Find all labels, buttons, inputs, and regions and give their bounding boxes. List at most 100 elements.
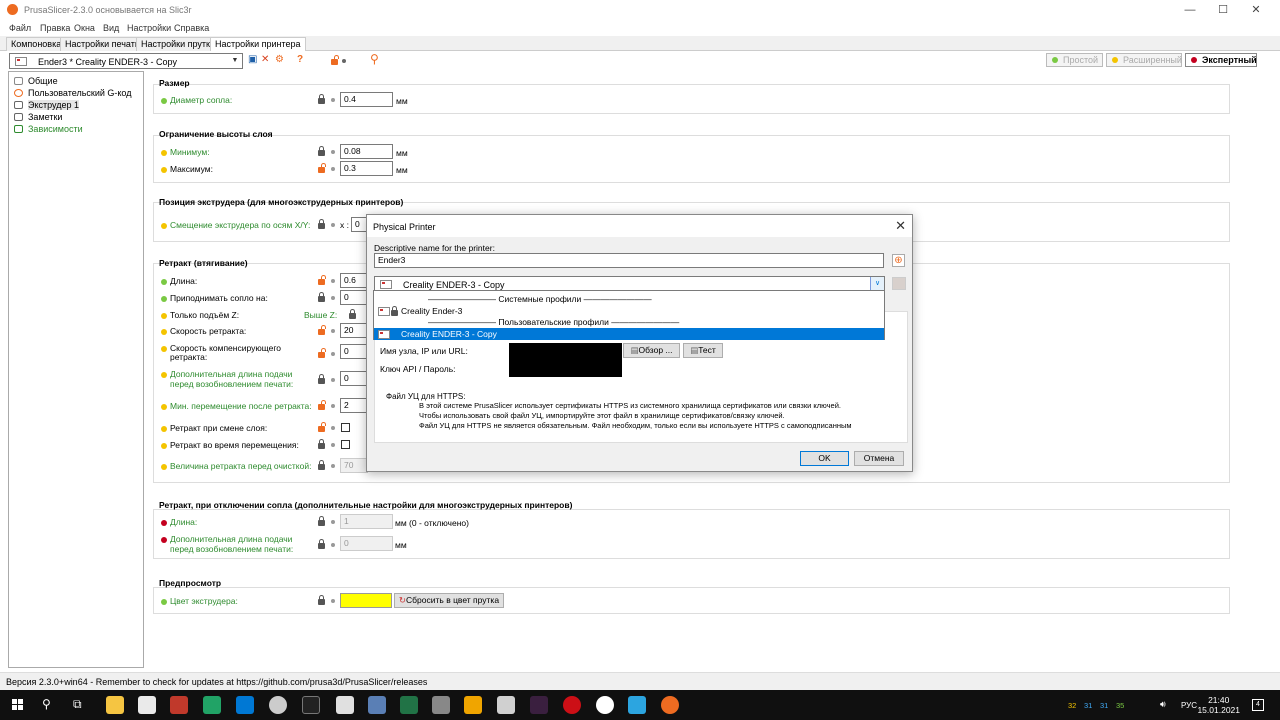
dialog-close-button[interactable]: ✕ — [895, 218, 906, 234]
retract-length-input[interactable]: 0.6 — [340, 273, 368, 288]
tab-print-settings[interactable]: Настройки печати — [60, 37, 145, 51]
pycharm-icon[interactable] — [203, 696, 221, 714]
toolchange-length-input[interactable]: 1 — [340, 514, 393, 529]
unlock-icon[interactable] — [318, 348, 326, 358]
simple-mode-dot-icon — [161, 295, 167, 302]
tab-printer-settings[interactable]: Настройки принтера — [210, 37, 306, 52]
menu-windows[interactable]: Окна — [74, 23, 95, 33]
sidebar-item-general[interactable]: Общие — [13, 75, 58, 87]
help-icon[interactable]: ? — [297, 54, 303, 65]
min-layer-height-unit: мм — [396, 148, 408, 158]
store-icon[interactable] — [138, 696, 156, 714]
file-explorer-icon[interactable] — [106, 696, 124, 714]
retract-speed-input[interactable]: 20 — [340, 323, 368, 338]
app-icon-light[interactable] — [336, 696, 354, 714]
lock-icon[interactable] — [318, 292, 325, 302]
extruder-color-swatch[interactable] — [340, 593, 392, 608]
test-button[interactable]: ▤Тест — [683, 343, 723, 358]
printer-preset-combo[interactable]: Ender3 * Creality ENDER-3 - Copy ▼ — [9, 53, 243, 69]
save-preset-icon[interactable]: ▣ — [248, 54, 257, 65]
delete-preset-button[interactable] — [892, 277, 906, 290]
task-view-icon[interactable]: ⧉ — [73, 697, 82, 712]
deretract-speed-input[interactable]: 0 — [340, 344, 368, 359]
prusaslicer-taskbar-icon[interactable] — [661, 696, 679, 714]
sidebar-item-notes[interactable]: Заметки — [13, 111, 62, 123]
reset-to-filament-color-button[interactable]: ↻Сбросить в цвет прутка — [394, 593, 504, 608]
lock-icon[interactable] — [318, 146, 325, 156]
cancel-button[interactable]: Отмена — [854, 451, 904, 466]
unlock-icon[interactable] — [318, 325, 326, 335]
lock-icon[interactable] — [318, 219, 325, 229]
taskbar-clock[interactable]: 21:40 15.01.2021 — [1197, 695, 1240, 715]
min-layer-height-input[interactable]: 0.08 — [340, 144, 393, 159]
app-icon-gray[interactable] — [269, 696, 287, 714]
sidebar-item-extruder-1[interactable]: Экструдер 1 — [13, 99, 80, 111]
calculator-icon[interactable] — [368, 696, 386, 714]
max-layer-height-input[interactable]: 0.3 — [340, 161, 393, 176]
app-icon-gray-2[interactable] — [432, 696, 450, 714]
menu-view[interactable]: Вид — [103, 23, 119, 33]
unlock-icon[interactable] — [318, 400, 326, 410]
app-icon-docs[interactable] — [497, 696, 515, 714]
dropdown-item-creality-ender-3-copy[interactable]: Creality ENDER-3 - Copy — [374, 328, 884, 340]
search-icon[interactable]: ⚲ — [370, 52, 379, 66]
lock-icon[interactable] — [318, 539, 325, 549]
input-language[interactable]: РУС — [1181, 701, 1197, 710]
unlock-icon[interactable] — [318, 275, 326, 285]
app-icon-yellow[interactable] — [464, 696, 482, 714]
notifications-icon[interactable]: 4 — [1252, 699, 1264, 711]
offset-x-input[interactable]: 0 — [351, 217, 367, 232]
menu-help[interactable]: Справка — [174, 23, 209, 33]
telegram-icon[interactable] — [628, 696, 646, 714]
mode-simple-button[interactable]: Простой — [1046, 53, 1103, 67]
unlock-icon[interactable] — [331, 55, 339, 65]
lock-icon[interactable] — [318, 94, 325, 104]
lock-icon[interactable] — [318, 516, 325, 526]
browse-button[interactable]: ▤Обзор ... — [623, 343, 680, 358]
undo-arrow-icon: ↻ — [398, 595, 407, 605]
wipe-checkbox[interactable] — [341, 440, 350, 449]
close-button[interactable]: ✕ — [1236, 2, 1276, 18]
mode-expert-button[interactable]: Экспертный — [1185, 53, 1257, 67]
yandex-browser-icon[interactable] — [596, 696, 614, 714]
tab-filament-settings[interactable]: Настройки прутка — [136, 37, 221, 51]
vscode-icon[interactable] — [236, 696, 254, 714]
unlock-icon[interactable] — [318, 422, 326, 432]
sidebar-item-custom-gcode[interactable]: Пользовательский G-код — [13, 87, 132, 99]
add-preset-button[interactable]: ⊕ — [892, 254, 905, 267]
mode-advanced-button[interactable]: Расширенный — [1106, 53, 1182, 67]
sidebar-item-dependencies[interactable]: Зависимости — [13, 123, 83, 135]
app-icon-purple[interactable] — [530, 696, 548, 714]
retract-before-wipe-input[interactable]: 70 — [340, 458, 368, 473]
lock-icon[interactable] — [318, 595, 325, 605]
delete-preset-icon[interactable]: ✕ — [261, 54, 269, 65]
lock-icon[interactable] — [318, 460, 325, 470]
menu-file[interactable]: Файл — [9, 23, 31, 33]
printer-name-input[interactable]: Ender3 — [374, 253, 884, 268]
opera-icon[interactable] — [563, 696, 581, 714]
lock-icon[interactable] — [318, 439, 325, 449]
lock-icon[interactable] — [318, 374, 325, 384]
volume-icon[interactable]: 🔊︎ — [1160, 699, 1166, 710]
redacted-host-field[interactable] — [509, 343, 622, 377]
ok-button[interactable]: OK — [800, 451, 849, 466]
menu-edit[interactable]: Правка — [40, 23, 70, 33]
terminal-icon[interactable] — [302, 696, 320, 714]
search-icon[interactable]: ⚲ — [42, 697, 51, 711]
toolchange-extra-input[interactable]: 0 — [340, 536, 393, 551]
retract-layer-change-checkbox[interactable] — [341, 423, 350, 432]
lock-icon[interactable] — [349, 309, 356, 319]
extra-length-input[interactable]: 0 — [340, 371, 368, 386]
menu-settings[interactable]: Настройки — [127, 23, 171, 33]
excel-icon[interactable] — [400, 696, 418, 714]
nozzle-diameter-input[interactable]: 0.4 — [340, 92, 393, 107]
retract-lift-input[interactable]: 0 — [340, 290, 368, 305]
compare-presets-icon[interactable]: ⚙ — [275, 54, 284, 65]
tab-plater[interactable]: Компоновка — [6, 37, 67, 51]
printer-preset-value: Ender3 * Creality ENDER-3 - Copy — [38, 57, 178, 67]
min-travel-input[interactable]: 2 — [340, 398, 368, 413]
windows-start-icon[interactable] — [12, 699, 24, 711]
extra-length-label-line2: перед возобновлением печати: — [170, 379, 294, 389]
app-icon-red[interactable] — [170, 696, 188, 714]
unlock-icon[interactable] — [318, 163, 326, 173]
